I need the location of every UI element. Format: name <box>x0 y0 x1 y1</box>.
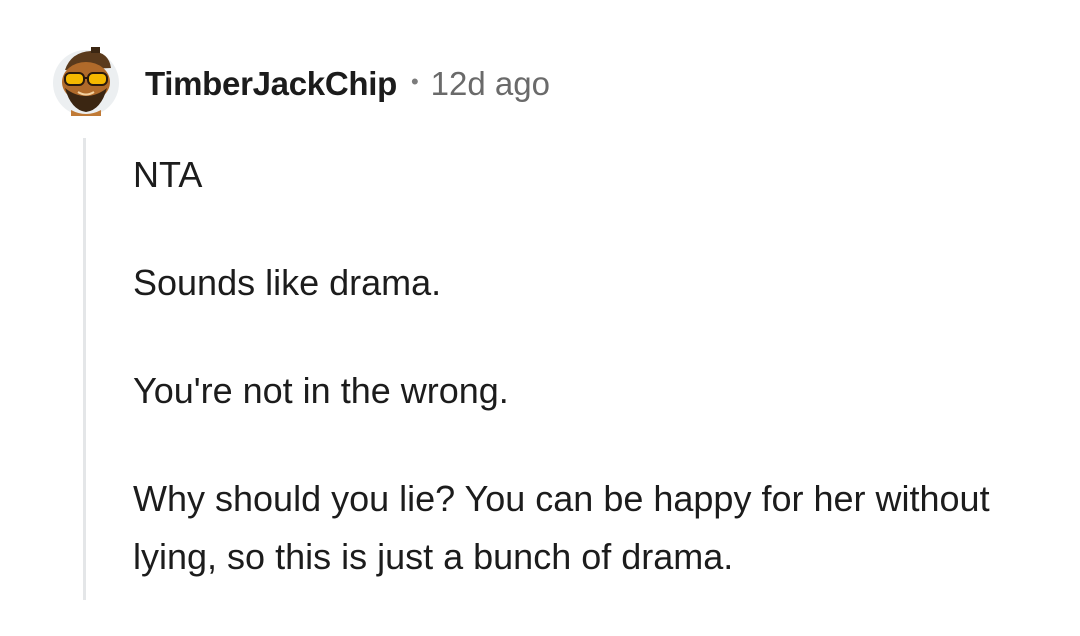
comment-paragraph: Sounds like drama. <box>133 262 442 303</box>
avatar[interactable] <box>51 44 121 118</box>
comment-paragraph: Why should you lie? You can be happy for… <box>133 478 990 577</box>
comment-paragraph: NTA <box>133 154 203 195</box>
thread-collapse-line[interactable] <box>83 138 86 600</box>
comment: TimberJackChip • 12d ago NTA Sounds like… <box>0 0 1080 600</box>
username-link[interactable]: TimberJackChip <box>145 65 397 103</box>
timestamp[interactable]: 12d ago <box>431 65 550 103</box>
meta-separator: • <box>410 69 419 94</box>
comment-header: TimberJackChip • 12d ago <box>145 62 550 106</box>
comment-paragraph: You're not in the wrong. <box>133 370 509 411</box>
bearded-snoo-avatar-icon <box>53 47 119 116</box>
comment-body: NTA Sounds like drama. You're not in the… <box>133 146 1063 636</box>
